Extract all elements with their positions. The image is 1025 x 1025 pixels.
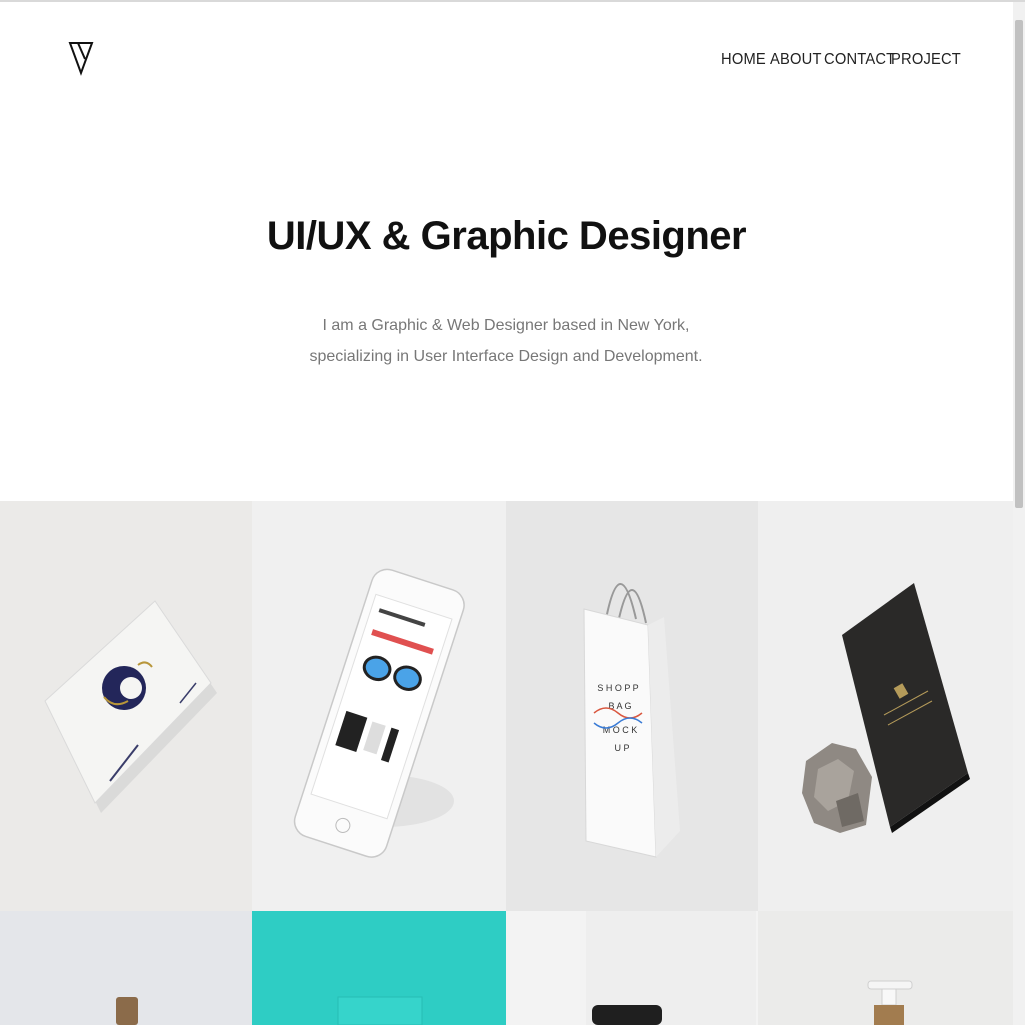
scrollbar-thumb[interactable]: [1015, 20, 1023, 508]
business-card-image: [0, 501, 252, 911]
portfolio-item-jar[interactable]: [506, 911, 758, 1025]
portfolio-item-shopping-bag[interactable]: S H O P P B A G M O C K U P: [506, 501, 758, 911]
svg-text:M O C K: M O C K: [603, 725, 638, 735]
bottle-image: [0, 911, 252, 1025]
scrollbar[interactable]: [1013, 2, 1025, 1025]
nav-project-link[interactable]: PROJECT: [891, 51, 961, 69]
portfolio-item-phone[interactable]: [252, 501, 506, 911]
phone-mockup-image: [252, 501, 506, 911]
svg-text:S H O P P: S H O P P: [597, 683, 638, 693]
portfolio-item-bottle[interactable]: [0, 911, 252, 1025]
portfolio-item-pump-bottle[interactable]: [758, 911, 1013, 1025]
teal-bag-image: [252, 911, 506, 1025]
nav-about-link[interactable]: ABOUT: [770, 51, 822, 69]
pump-bottle-image: [758, 911, 1013, 1025]
jar-image: [506, 911, 758, 1025]
hardcover-book-image: [758, 501, 1013, 911]
hero-title: UI/UX & Graphic Designer: [266, 214, 747, 258]
portfolio-item-teal-bag[interactable]: [252, 911, 506, 1025]
nav-contact-link[interactable]: CONTACT: [824, 51, 895, 69]
portfolio-item-business-card[interactable]: [0, 501, 252, 911]
portfolio-item-hardcover-book[interactable]: [758, 501, 1013, 911]
nav-home-link[interactable]: HOME: [721, 51, 766, 69]
shopping-bag-image: S H O P P B A G M O C K U P: [506, 501, 758, 911]
logo-triangle-icon[interactable]: [68, 40, 94, 76]
hero-description: I am a Graphic & Web Designer based in N…: [309, 317, 703, 365]
top-border: [0, 0, 1025, 2]
svg-text:U P: U P: [614, 743, 629, 753]
